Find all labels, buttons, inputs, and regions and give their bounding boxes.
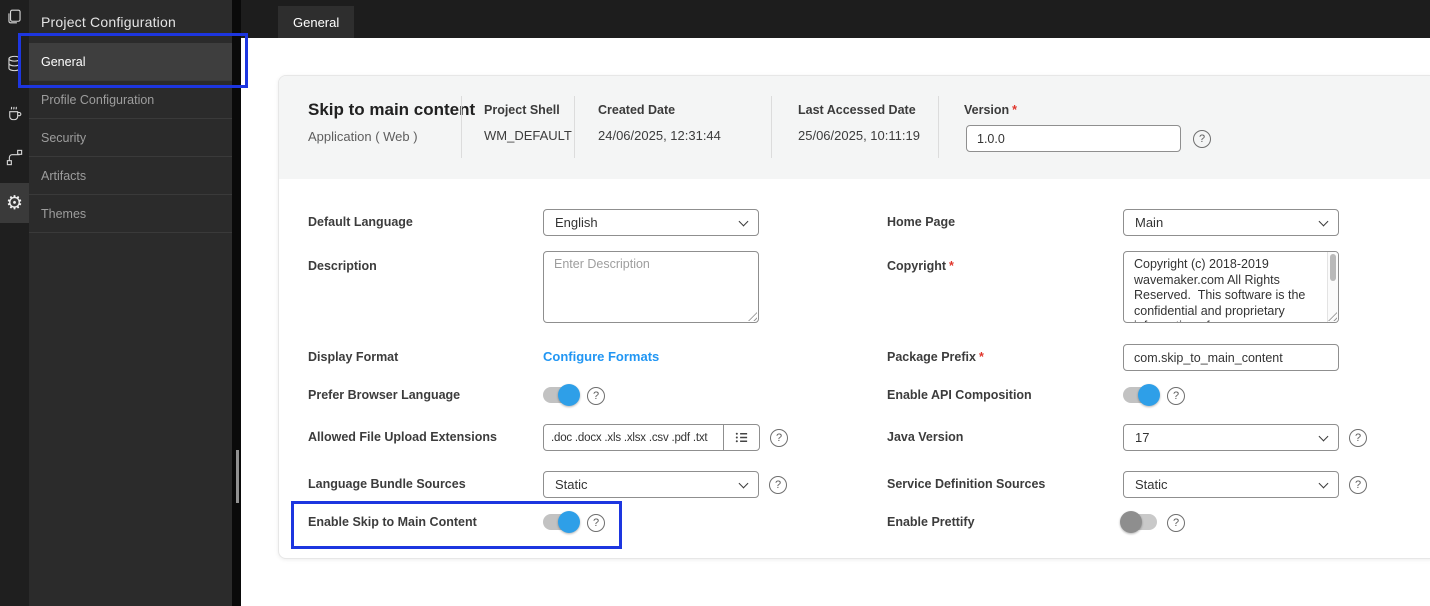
project-title: Skip to main content: [308, 100, 476, 119]
tab-bar: General: [241, 0, 1430, 38]
enable-skip-to-main-content-help-icon[interactable]: ?: [587, 514, 605, 532]
project-summary-header: Skip to main content Application ( Web )…: [279, 76, 1430, 179]
general-settings-card: Skip to main content Application ( Web )…: [278, 75, 1430, 559]
sidebar-scrollbar-track: [232, 0, 241, 606]
enable-prettify-label: Enable Prettify: [887, 515, 975, 529]
prefer-browser-language-label: Prefer Browser Language: [308, 388, 461, 402]
language-bundle-sources-label: Language Bundle Sources: [308, 477, 466, 491]
enable-prettify-help-icon[interactable]: ?: [1167, 514, 1185, 532]
chevron-down-icon: [738, 216, 749, 227]
java-version-label: Java Version: [887, 430, 964, 444]
enable-skip-to-main-content-label: Enable Skip to Main Content: [308, 515, 477, 529]
project-subtitle: Application ( Web ): [308, 129, 418, 144]
header-divider: [771, 96, 772, 158]
configure-formats-link[interactable]: Configure Formats: [543, 349, 659, 364]
service-definition-sources-help-icon[interactable]: ?: [1349, 476, 1367, 494]
enable-prettify-toggle[interactable]: [1120, 511, 1157, 533]
service-definition-sources-select[interactable]: Static: [1123, 471, 1339, 498]
prefer-browser-language-toggle[interactable]: [543, 384, 580, 406]
description-textarea[interactable]: [543, 251, 759, 323]
last-accessed-label: Last Accessed Date: [798, 103, 916, 117]
header-divider: [461, 96, 462, 158]
sidebar-item-general[interactable]: General: [29, 43, 232, 81]
java-version-select[interactable]: 17: [1123, 424, 1339, 451]
package-prefix-label: Package Prefix *: [887, 350, 984, 364]
workflow-icon[interactable]: [0, 145, 29, 169]
header-divider: [938, 96, 939, 158]
default-language-label: Default Language: [308, 215, 413, 229]
service-definition-sources-label: Service Definition Sources: [887, 477, 1046, 491]
required-marker: *: [978, 350, 984, 364]
allowed-extensions-input[interactable]: [543, 424, 724, 451]
toggle-knob: [558, 384, 580, 406]
chevron-down-icon: [1318, 431, 1329, 442]
sidebar-title: Project Configuration: [41, 13, 176, 30]
enable-api-composition-toggle[interactable]: [1123, 384, 1160, 406]
sidebar-item-artifacts[interactable]: Artifacts: [29, 157, 232, 195]
default-language-select[interactable]: English: [543, 209, 759, 236]
project-shell-value: WM_DEFAULT: [484, 128, 572, 143]
java-services-icon[interactable]: [0, 100, 29, 124]
last-accessed-value: 25/06/2025, 10:11:19: [798, 128, 920, 143]
project-configuration-page: ⚙ Project Configuration General Profile …: [0, 0, 1430, 606]
project-shell-label: Project Shell: [484, 103, 560, 117]
toggle-knob: [558, 511, 580, 533]
java-version-help-icon[interactable]: ?: [1349, 429, 1367, 447]
sidebar-item-profile-configuration[interactable]: Profile Configuration: [29, 81, 232, 119]
textarea-scrollbar-track: [1327, 252, 1338, 322]
copyright-label: Copyright *: [887, 259, 954, 273]
sidebar-item-themes[interactable]: Themes: [29, 195, 232, 233]
required-marker: *: [1012, 103, 1018, 117]
description-label: Description: [308, 259, 377, 273]
icon-rail: ⚙: [0, 0, 29, 606]
settings-sidebar: Project Configuration General Profile Co…: [29, 0, 232, 606]
copyright-textarea[interactable]: Copyright (c) 2018-2019 wavemaker.com Al…: [1123, 251, 1339, 323]
home-page-label: Home Page: [887, 215, 956, 229]
sidebar-item-security[interactable]: Security: [29, 119, 232, 157]
toggle-knob: [1138, 384, 1160, 406]
main-content: General Skip to main content Application…: [241, 0, 1430, 606]
language-bundle-sources-select[interactable]: Static: [543, 471, 759, 498]
header-divider: [574, 96, 575, 158]
version-input[interactable]: [966, 125, 1181, 152]
version-help-icon[interactable]: ?: [1193, 130, 1211, 148]
enable-api-composition-label: Enable API Composition: [887, 388, 1032, 402]
prefer-browser-language-help-icon[interactable]: ?: [587, 387, 605, 405]
extensions-list-button[interactable]: [723, 424, 760, 451]
language-bundle-sources-help-icon[interactable]: ?: [769, 476, 787, 494]
chevron-down-icon: [1318, 216, 1329, 227]
display-format-label: Display Format: [308, 350, 399, 364]
sidebar-scrollbar-thumb[interactable]: [236, 450, 239, 503]
chevron-down-icon: [1318, 478, 1329, 489]
general-settings-form: Default Language English Home Page Main …: [279, 179, 1430, 558]
allowed-file-upload-extensions-label: Allowed File Upload Extensions: [308, 430, 497, 444]
version-label: Version *: [964, 103, 1018, 117]
tab-general[interactable]: General: [278, 6, 355, 38]
settings-gear-icon[interactable]: ⚙: [0, 191, 29, 215]
enable-skip-to-main-content-toggle[interactable]: [543, 511, 580, 533]
home-page-select[interactable]: Main: [1123, 209, 1339, 236]
toggle-knob: [1120, 511, 1142, 533]
enable-api-composition-help-icon[interactable]: ?: [1167, 387, 1185, 405]
textarea-scrollbar-thumb[interactable]: [1330, 254, 1336, 281]
database-icon[interactable]: [0, 51, 29, 75]
bulleted-list-icon: [735, 432, 748, 443]
chevron-down-icon: [738, 478, 749, 489]
allowed-extensions-help-icon[interactable]: ?: [770, 429, 788, 447]
pages-icon[interactable]: [0, 4, 29, 28]
created-date-value: 24/06/2025, 12:31:44: [598, 128, 721, 143]
package-prefix-input[interactable]: [1123, 344, 1339, 371]
created-date-label: Created Date: [598, 103, 676, 117]
required-marker: *: [949, 259, 954, 273]
